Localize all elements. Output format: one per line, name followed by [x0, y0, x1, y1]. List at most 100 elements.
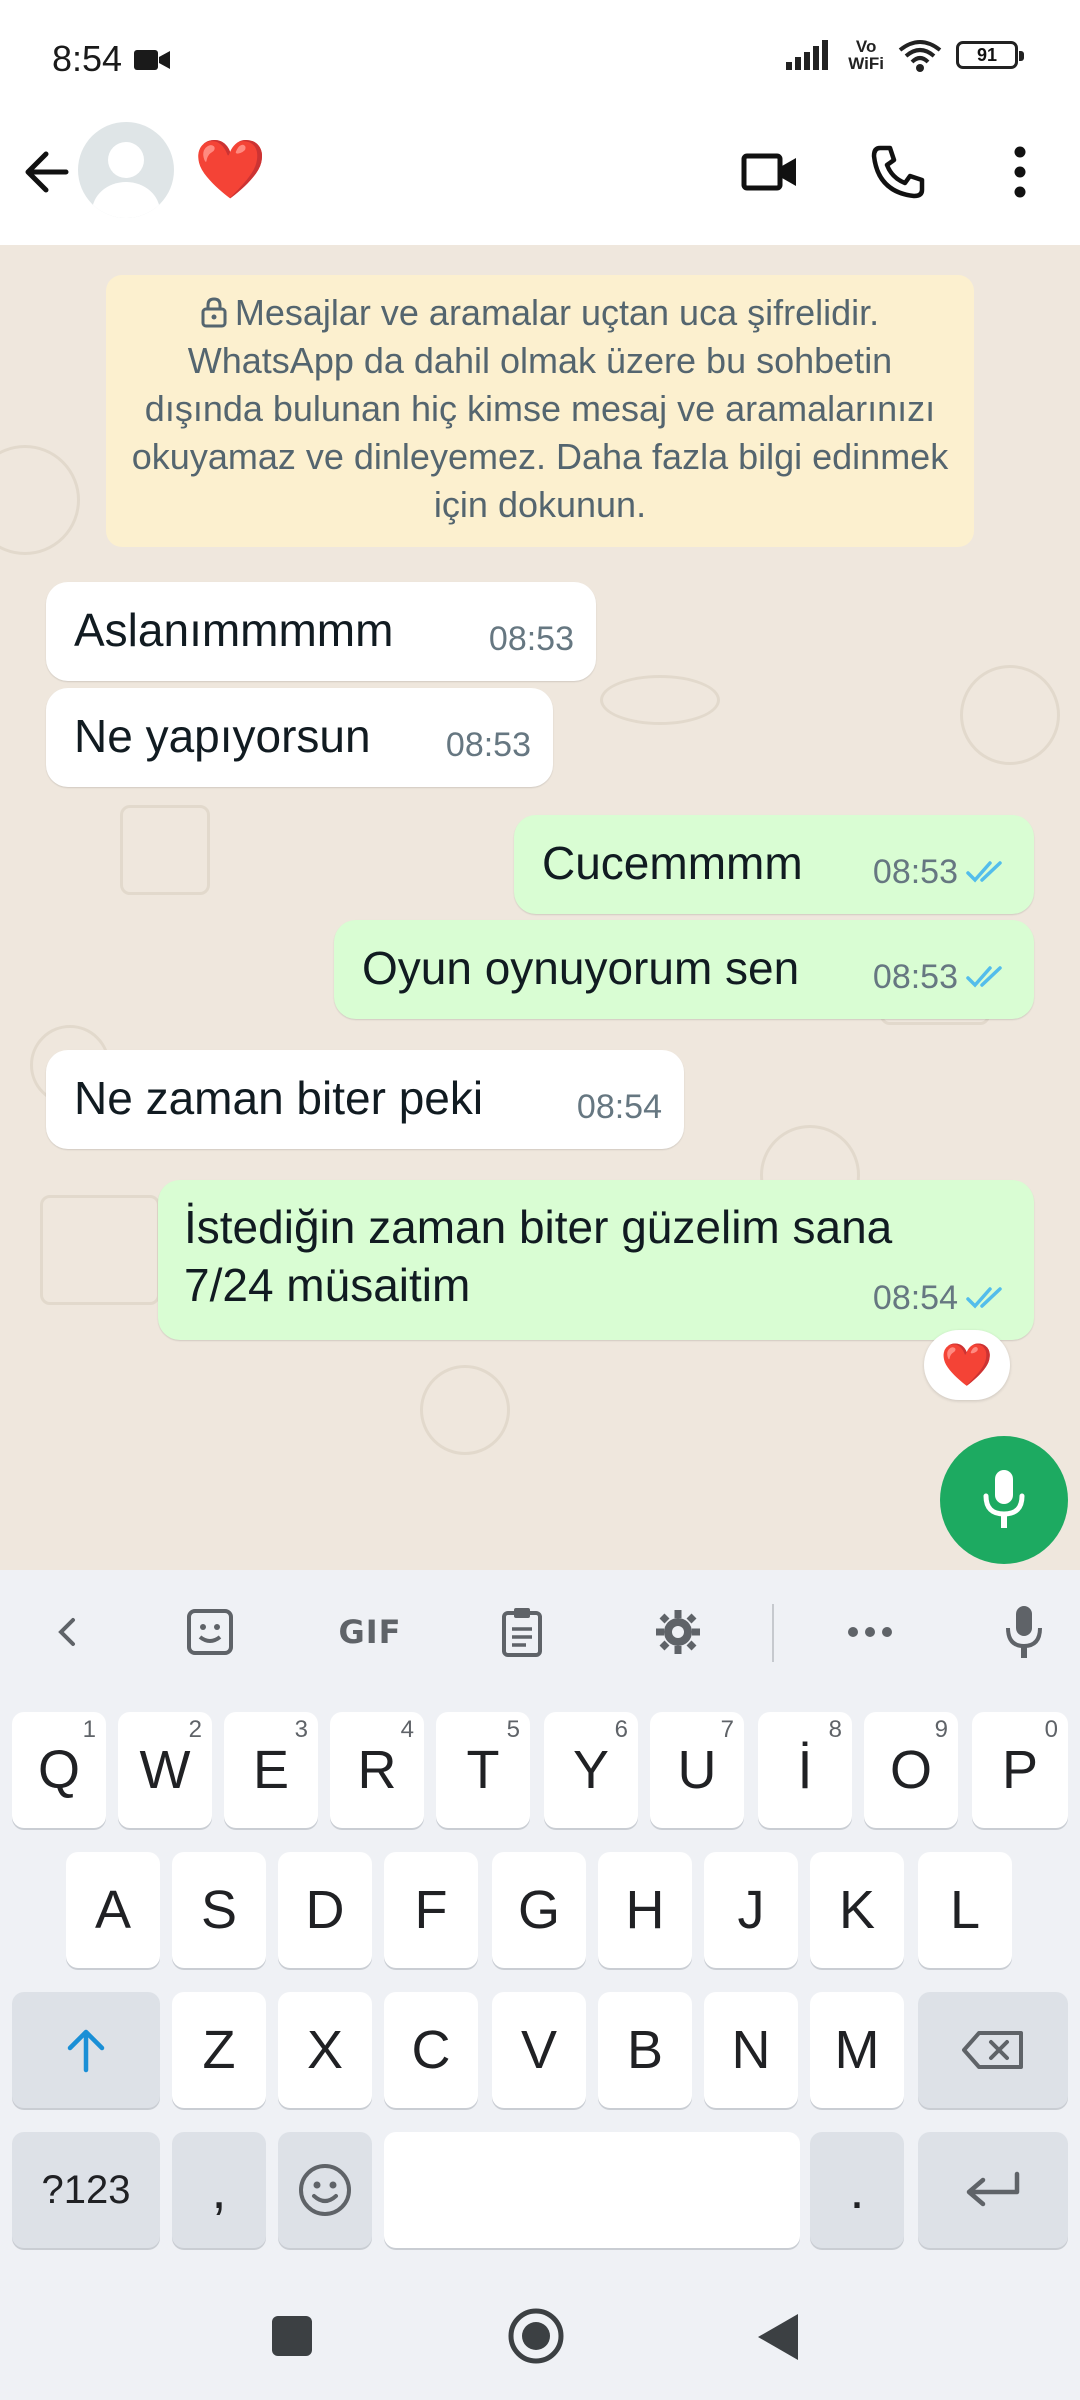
message-meta: 08:53 — [489, 611, 574, 667]
more-horizontal-icon — [848, 1627, 892, 1637]
message-bubble-incoming[interactable]: Aslanımmmmm 08:53 — [46, 582, 596, 681]
shift-key[interactable] — [12, 1992, 160, 2108]
key-e[interactable]: E3 — [224, 1712, 318, 1828]
enter-key[interactable] — [918, 2132, 1068, 2248]
keyboard-settings-button[interactable] — [646, 1602, 710, 1662]
message-text: İstediğin zaman biter güzelim sana 7/24 m… — [184, 1201, 893, 1311]
key-z[interactable]: Z — [172, 1992, 266, 2108]
key-v[interactable]: V — [492, 1992, 586, 2108]
wallpaper-doodle — [40, 1195, 160, 1305]
key-x[interactable]: X — [278, 1992, 372, 2108]
message-bubble-incoming[interactable]: Ne zaman biter peki 08:54 — [46, 1050, 684, 1149]
encryption-notice[interactable]: Mesajlar ve aramalar uçtan uca şifrelidi… — [106, 275, 974, 547]
toolbar-divider — [772, 1604, 774, 1662]
key-o[interactable]: O9 — [864, 1712, 958, 1828]
key-t[interactable]: T5 — [436, 1712, 530, 1828]
home-icon[interactable] — [506, 2306, 566, 2366]
avatar[interactable] — [78, 122, 174, 218]
battery-indicator: 91 — [956, 41, 1024, 69]
key-n[interactable]: N — [704, 1992, 798, 2108]
key-k[interactable]: K — [810, 1852, 904, 1968]
message-text: Ne zaman biter peki — [74, 1072, 484, 1124]
wallpaper-doodle — [960, 665, 1060, 765]
chevron-left-icon — [58, 1618, 75, 1646]
video-call-icon[interactable] — [738, 140, 802, 204]
wifi-icon — [898, 40, 942, 72]
key-l[interactable]: L — [918, 1852, 1012, 1968]
message-meta: 08:53 — [446, 717, 531, 773]
key-g[interactable]: G — [492, 1852, 586, 1968]
message-time: 08:53 — [872, 853, 958, 891]
message-time: 08:54 — [576, 1088, 662, 1126]
wallpaper-doodle — [0, 445, 80, 555]
voice-record-button[interactable] — [940, 1436, 1068, 1564]
key-u[interactable]: U7 — [650, 1712, 744, 1828]
read-receipt-icon — [966, 966, 1002, 988]
comma-key[interactable]: , — [172, 2132, 266, 2248]
message-bubble-outgoing[interactable]: Cucemmmm 08:53 — [514, 815, 1034, 914]
message-bubble-outgoing[interactable]: İstediğin zaman biter güzelim sana 7/24 m… — [158, 1180, 1034, 1340]
message-text: Ne yapıyorsun — [74, 710, 371, 762]
system-navigation-bar — [0, 2270, 1080, 2400]
key-f[interactable]: F — [384, 1852, 478, 1968]
status-bar: 8:54 Vo WiFi 91 — [0, 0, 1080, 120]
avatar-placeholder-head — [108, 142, 144, 178]
key-q[interactable]: Q1 — [12, 1712, 106, 1828]
back-arrow-icon[interactable] — [18, 142, 78, 202]
keyboard-sticker-button[interactable] — [178, 1602, 242, 1662]
key-d[interactable]: D — [278, 1852, 372, 1968]
keyboard-clipboard-button[interactable] — [490, 1602, 554, 1662]
message-bubble-incoming[interactable]: Ne yapıyorsun 08:53 — [46, 688, 553, 787]
wallpaper-doodle — [420, 1365, 510, 1455]
key-y[interactable]: Y6 — [544, 1712, 638, 1828]
message-meta: 08:53 — [873, 949, 1012, 1005]
chat-area[interactable]: Mesajlar ve aramalar uçtan uca şifrelidi… — [0, 245, 1080, 1570]
key-w[interactable]: W2 — [118, 1712, 212, 1828]
message-reaction[interactable]: ❤️ — [924, 1330, 1010, 1400]
message-time: 08:53 — [445, 726, 531, 764]
key-a[interactable]: A — [66, 1852, 160, 1968]
contact-name[interactable]: ❤️ — [194, 138, 266, 202]
keyboard-voice-button[interactable] — [992, 1602, 1056, 1662]
back-nav-icon[interactable] — [756, 2312, 800, 2362]
key-i-dotted[interactable]: İ8 — [758, 1712, 852, 1828]
key-m[interactable]: M — [810, 1992, 904, 2108]
keyboard-more-button[interactable] — [838, 1602, 902, 1662]
enter-icon — [966, 2171, 1020, 2207]
message-meta: 08:54 — [873, 1270, 1012, 1326]
backspace-icon — [962, 2031, 1023, 2069]
microphone-icon — [1006, 1606, 1042, 1658]
symbols-key[interactable]: ?123 — [12, 2132, 160, 2248]
key-b[interactable]: B — [598, 1992, 692, 2108]
keyboard-gif-button[interactable]: GIF — [330, 1602, 410, 1662]
wallpaper-doodle — [120, 805, 210, 895]
keyboard-collapse-button[interactable] — [36, 1602, 100, 1662]
message-time: 08:53 — [488, 620, 574, 658]
smiley-icon — [299, 2164, 351, 2216]
emoji-key[interactable] — [278, 2132, 372, 2248]
message-bubble-outgoing[interactable]: Oyun oynuyorum sen 08:53 — [334, 920, 1034, 1019]
lock-icon — [201, 297, 227, 328]
key-r[interactable]: R4 — [330, 1712, 424, 1828]
shift-arrow-icon — [67, 2029, 105, 2073]
key-c[interactable]: C — [384, 1992, 478, 2108]
clipboard-icon — [502, 1608, 542, 1657]
key-p[interactable]: P0 — [972, 1712, 1068, 1828]
keyboard: GIF Q1 W2 E3 R4 T5 Y6 U7 İ8 O9 P0 A S D … — [0, 1570, 1080, 2270]
more-options-icon[interactable] — [988, 140, 1052, 204]
message-meta: 08:53 — [873, 844, 1012, 900]
key-s[interactable]: S — [172, 1852, 266, 1968]
signal-icon — [786, 40, 829, 70]
wallpaper-doodle — [600, 675, 720, 725]
backspace-key[interactable] — [918, 1992, 1068, 2108]
read-receipt-icon — [966, 1287, 1002, 1309]
space-key[interactable] — [384, 2132, 800, 2248]
vowifi-icon: Vo WiFi — [848, 37, 884, 73]
period-key[interactable]: . — [810, 2132, 904, 2248]
status-icons: Vo WiFi 91 — [786, 37, 1024, 73]
key-h[interactable]: H — [598, 1852, 692, 1968]
microphone-icon — [983, 1470, 1025, 1528]
voice-call-icon[interactable] — [866, 140, 930, 204]
key-j[interactable]: J — [704, 1852, 798, 1968]
recents-icon[interactable] — [270, 2314, 314, 2358]
